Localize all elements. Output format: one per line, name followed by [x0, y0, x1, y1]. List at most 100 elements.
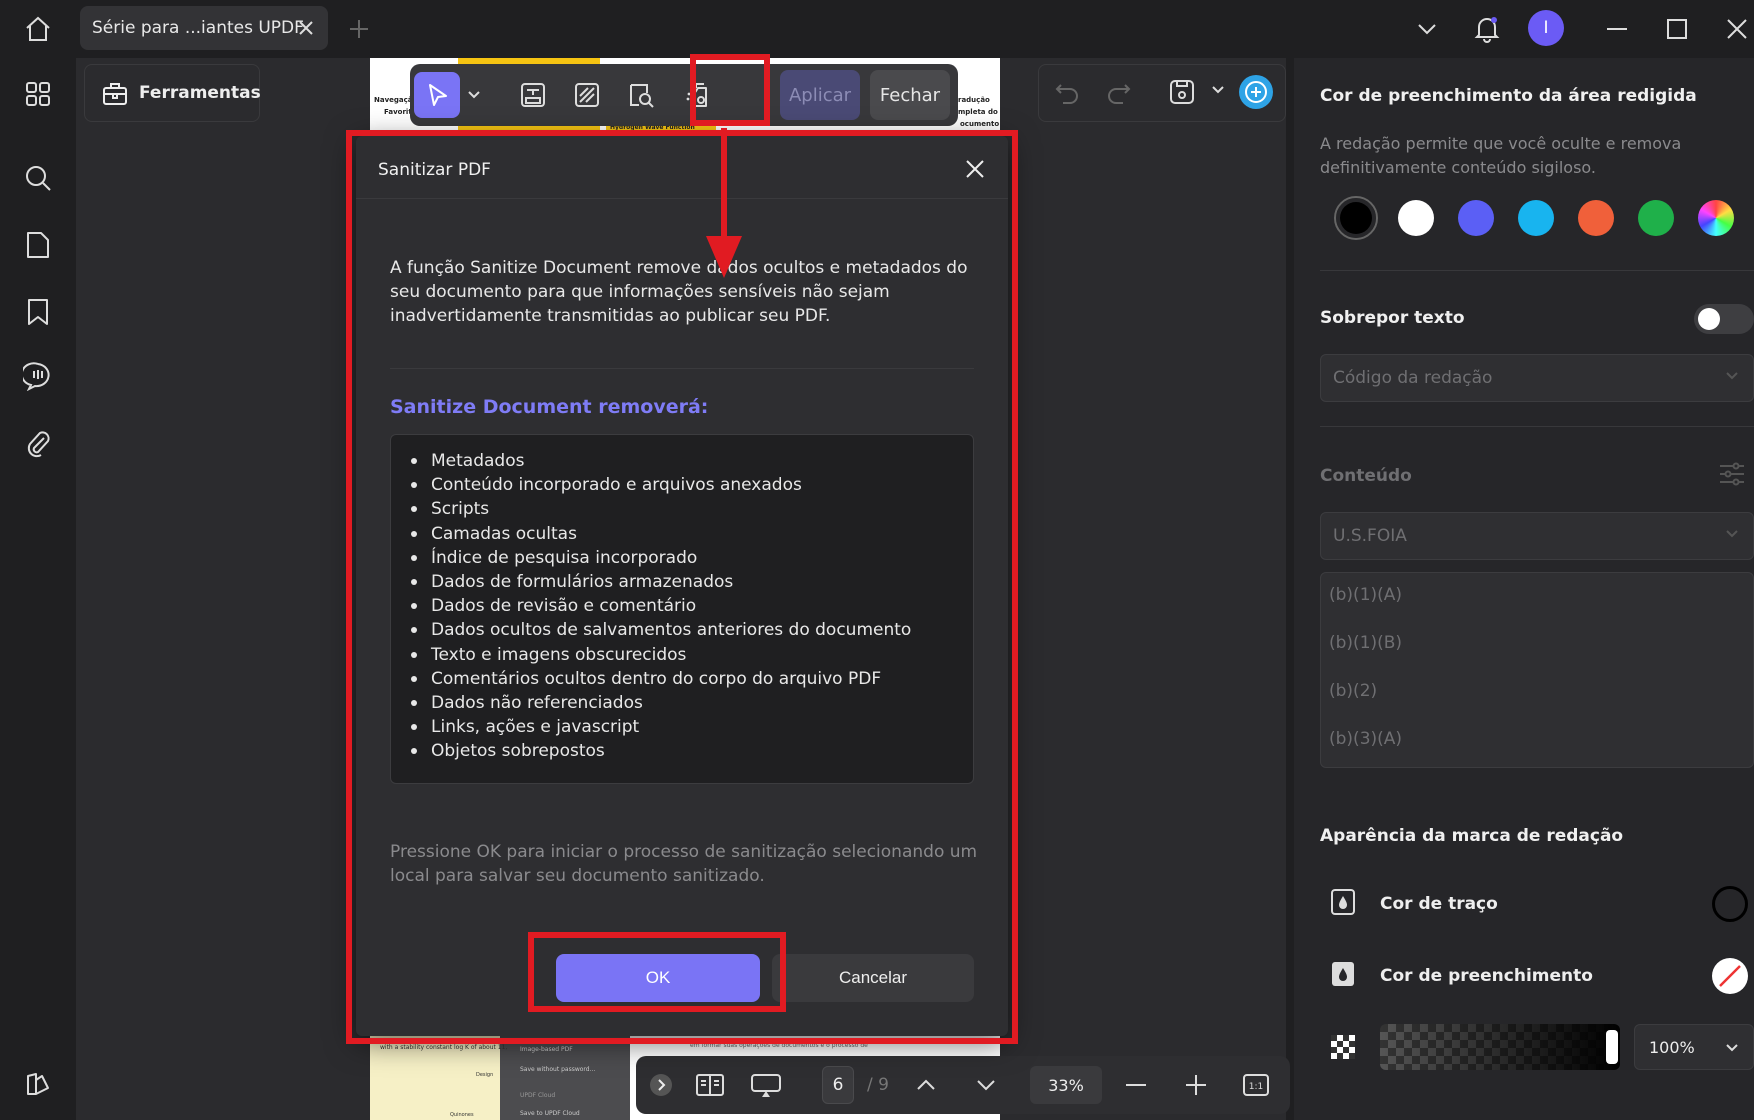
preview-text: mpleta do	[958, 108, 998, 116]
annotation-arrow-head	[706, 236, 742, 278]
stroke-color-picker[interactable]	[1712, 886, 1748, 922]
fill-color-picker[interactable]	[1712, 958, 1748, 994]
page-total: / 9	[867, 1075, 889, 1095]
new-tab-icon[interactable]	[346, 16, 372, 42]
stroke-color-label: Cor de traço	[1380, 894, 1498, 914]
zoom-in-icon[interactable]	[1176, 1066, 1216, 1104]
history-toolbar	[1038, 64, 1286, 122]
bottom-navigation-bar: 6 / 9 33% 1:1	[636, 1056, 1290, 1114]
previous-page-icon[interactable]	[906, 1066, 946, 1104]
overlay-text-title: Sobrepor texto	[1320, 308, 1465, 328]
preview-text: radução	[958, 96, 990, 104]
tools-label: Ferramentas	[139, 83, 261, 103]
notification-bell-icon[interactable]	[1472, 14, 1502, 44]
close-redaction-button[interactable]: Fechar	[870, 70, 950, 120]
fill-color-title: Cor de preenchimento da área redigida	[1320, 86, 1697, 106]
left-sidebar	[0, 58, 76, 1120]
layers-icon[interactable]	[18, 1064, 58, 1104]
preview-text: Navegaçã	[374, 96, 413, 104]
actual-size-icon[interactable]: 1:1	[1236, 1066, 1276, 1104]
chevron-down-icon[interactable]	[1412, 14, 1442, 44]
close-window-icon[interactable]	[1722, 14, 1752, 44]
attachment-icon[interactable]	[18, 423, 58, 463]
document-tab[interactable]: Série para ...iantes UPDF	[80, 6, 328, 50]
highlight-sanitize-tool	[690, 54, 770, 126]
appearance-title: Aparência da marca de redação	[1320, 826, 1624, 846]
redaction-code-select[interactable]: Código da redação	[1320, 354, 1754, 402]
save-icon[interactable]	[1167, 77, 1197, 107]
redact-area-icon[interactable]	[564, 72, 610, 118]
opacity-slider-handle[interactable]	[1606, 1030, 1618, 1064]
document-tab-label: Série para ...iantes UPDF	[92, 18, 304, 38]
preview-text: Design	[476, 1072, 494, 1078]
comments-icon[interactable]	[18, 356, 58, 396]
color-swatch-blue[interactable]	[1458, 200, 1494, 236]
chevron-down-icon[interactable]	[1211, 85, 1225, 95]
redaction-codes-list: (b)(1)(A) (b)(1)(B) (b)(2) (b)(3)(A)	[1320, 572, 1754, 768]
preview-text: Image-based PDF	[520, 1046, 573, 1053]
zoom-level[interactable]: 33%	[1030, 1066, 1102, 1104]
color-swatch-white[interactable]	[1398, 200, 1434, 236]
redo-icon[interactable]	[1105, 79, 1133, 107]
fill-color-icon	[1330, 960, 1356, 988]
content-title: Conteúdo	[1320, 466, 1412, 486]
ai-assistant-icon[interactable]	[1239, 75, 1273, 109]
maximize-icon[interactable]	[1662, 14, 1692, 44]
expand-icon[interactable]	[648, 1066, 674, 1104]
chevron-down-icon[interactable]	[462, 72, 486, 118]
settings-sliders-icon[interactable]	[1718, 460, 1746, 488]
avatar[interactable]: I	[1528, 10, 1564, 46]
search-icon[interactable]	[18, 158, 58, 198]
select-cursor-icon[interactable]	[414, 72, 460, 118]
preview-text: Save to UPDF Cloud	[520, 1110, 580, 1117]
overlay-text-toggle[interactable]	[1694, 304, 1754, 334]
stroke-color-icon	[1330, 888, 1356, 916]
highlight-dialog	[346, 130, 1018, 1044]
zoom-out-icon[interactable]	[1116, 1066, 1156, 1104]
page-icon[interactable]	[18, 225, 58, 265]
fill-color-label: Cor de preenchimento	[1380, 966, 1593, 986]
opacity-select[interactable]: 100%	[1634, 1024, 1754, 1070]
highlight-ok-button	[528, 932, 786, 1012]
color-swatch-cyan[interactable]	[1518, 200, 1554, 236]
preview-text: Favorit	[384, 108, 412, 116]
list-item[interactable]: (b)(2)	[1329, 681, 1377, 701]
redaction-toolbar: Aplicar Fechar	[410, 64, 958, 126]
list-item[interactable]: (b)(3)(A)	[1329, 729, 1402, 749]
preview-text: UPDF Cloud	[520, 1092, 556, 1099]
content-standard-select[interactable]: U.S.FOIA	[1320, 512, 1754, 560]
tools-button[interactable]: Ferramentas	[84, 64, 261, 122]
bookmark-icon[interactable]	[18, 292, 58, 332]
list-item[interactable]: (b)(1)(A)	[1329, 585, 1402, 605]
minimize-icon[interactable]	[1602, 14, 1632, 44]
search-redact-icon[interactable]	[618, 72, 664, 118]
list-item[interactable]: (b)(1)(B)	[1329, 633, 1402, 653]
home-icon[interactable]	[16, 10, 60, 48]
thumbnails-icon[interactable]	[18, 74, 58, 114]
reading-mode-icon[interactable]	[690, 1066, 730, 1104]
color-swatch-orange[interactable]	[1578, 200, 1614, 236]
redact-text-icon[interactable]	[510, 72, 556, 118]
opacity-slider[interactable]	[1380, 1024, 1620, 1070]
redaction-code-select-value: Código da redação	[1333, 368, 1493, 388]
preview-text: with a stability constant log K of about…	[380, 1044, 508, 1051]
presentation-icon[interactable]	[746, 1066, 786, 1104]
chevron-down-icon	[1725, 1043, 1739, 1053]
page-number-input[interactable]: 6	[822, 1066, 854, 1104]
color-picker-icon[interactable]	[1698, 200, 1734, 236]
apply-button[interactable]: Aplicar	[780, 70, 860, 120]
color-swatch-green[interactable]	[1638, 200, 1674, 236]
fill-color-description: A redação permite que você oculte e remo…	[1320, 134, 1682, 177]
undo-icon[interactable]	[1053, 79, 1081, 107]
opacity-icon	[1330, 1034, 1356, 1060]
color-swatch-black[interactable]	[1334, 196, 1378, 240]
chevron-down-icon	[1725, 371, 1739, 381]
next-page-icon[interactable]	[966, 1066, 1006, 1104]
opacity-value: 100%	[1649, 1037, 1695, 1057]
content-standard-select-value: U.S.FOIA	[1333, 526, 1407, 546]
annotation-arrow	[721, 128, 727, 240]
preview-text: Save without password...	[520, 1066, 596, 1073]
close-tab-icon[interactable]	[296, 18, 316, 38]
preview-text: ocumento	[960, 120, 1000, 128]
svg-text:1:1: 1:1	[1249, 1082, 1263, 1092]
